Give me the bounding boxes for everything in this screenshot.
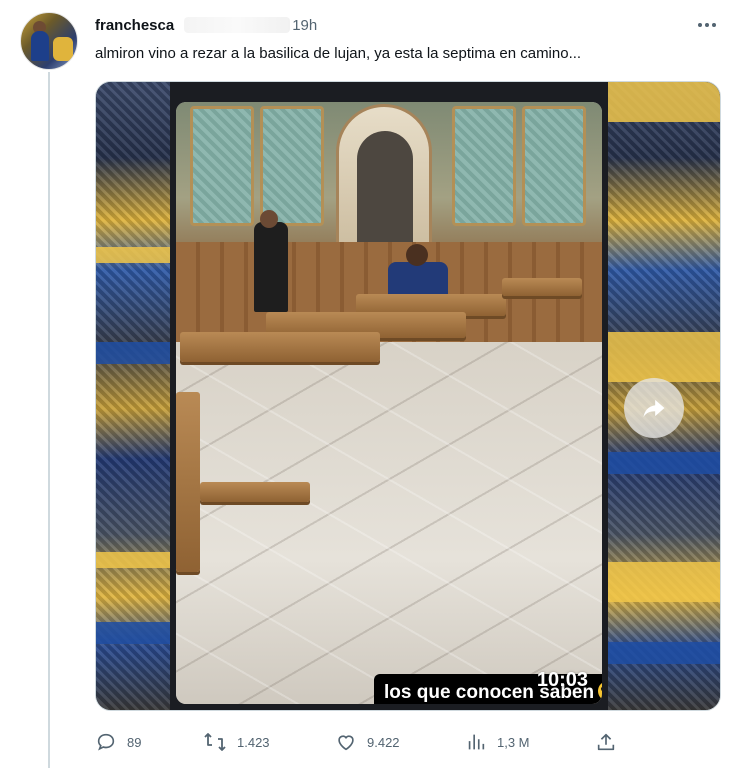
- pew: [502, 278, 582, 296]
- crowd-image-left[interactable]: [96, 82, 170, 710]
- sunglasses-emoji-icon: [598, 681, 602, 701]
- video-timestamp: 10:03: [536, 669, 588, 691]
- standing-person: [254, 222, 288, 312]
- author-name[interactable]: franchesca: [95, 17, 174, 34]
- pew: [180, 332, 380, 362]
- tweet-actions: 89 1.423 9.422 1,3 M: [95, 727, 625, 757]
- forward-share-button[interactable]: [624, 378, 684, 438]
- reply-button[interactable]: 89: [95, 727, 141, 757]
- tweet-text: almiron vino a rezar a la basilica de lu…: [95, 45, 582, 62]
- tweet-header: franchesca 19h: [95, 14, 317, 36]
- timestamp[interactable]: 19h: [292, 17, 317, 34]
- tweet[interactable]: franchesca 19h almiron vino a rezar a la…: [0, 0, 735, 768]
- heart-icon: [338, 735, 354, 751]
- repost-button[interactable]: 1.423: [203, 727, 270, 757]
- avatar[interactable]: [20, 12, 78, 70]
- like-button[interactable]: 9.422: [335, 727, 400, 757]
- video-player[interactable]: los que conocen saben 10:03: [176, 102, 602, 704]
- pew-end: [176, 392, 200, 572]
- media-carousel[interactable]: los que conocen saben 10:03: [95, 81, 721, 711]
- views-icon: [468, 734, 485, 750]
- share-button[interactable]: [595, 727, 627, 757]
- views-button[interactable]: 1,3 M: [465, 727, 530, 757]
- thread-line: [48, 72, 50, 768]
- kneeler: [200, 482, 310, 502]
- marble-floor: [176, 342, 602, 704]
- more-options-icon[interactable]: [696, 14, 718, 36]
- repost-icon: [204, 733, 226, 751]
- share-icon: [597, 733, 615, 751]
- reply-icon: [97, 733, 115, 751]
- redacted-handle: [184, 17, 291, 33]
